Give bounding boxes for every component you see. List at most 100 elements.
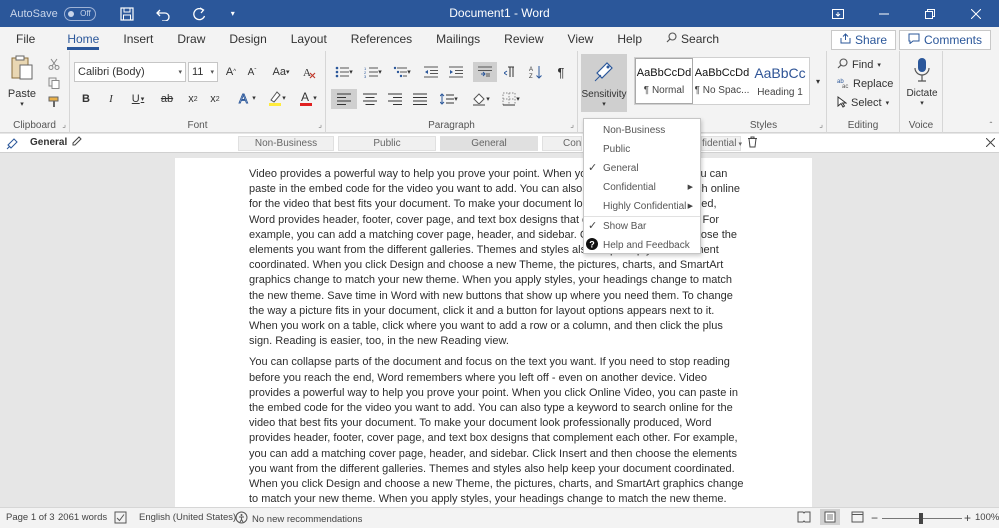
find-button[interactable]: Find ▾ [837,56,897,74]
sensitivity-option-highly-confidential[interactable]: fidential ▾ [701,136,742,151]
replace-button[interactable]: ab ac Replace [837,75,899,93]
zoom-in-button[interactable]: + [964,511,971,525]
sensitivity-option-confidential-partial[interactable]: Con [542,136,582,151]
delete-label-icon[interactable] [747,136,758,151]
pilcrow-icon[interactable]: ¶ [552,63,570,81]
show-hide-marks-toggle[interactable] [473,62,497,82]
zoom-slider-thumb[interactable] [919,513,923,524]
save-icon[interactable] [118,5,136,23]
close-icon[interactable] [985,137,996,150]
tell-me-search[interactable]: Search [654,27,731,51]
undo-icon[interactable] [154,5,172,23]
shrink-font-button[interactable]: Aˇ [243,64,261,80]
sensitivity-option-public[interactable]: Public [338,136,436,151]
dialog-launcher-icon[interactable]: ⌟ [62,120,66,129]
word-count[interactable]: 2061 words [58,512,107,523]
menu-item-public[interactable]: Public [584,140,700,158]
tab-help[interactable]: Help [605,27,654,51]
menu-item-help-feedback[interactable]: ? Help and Feedback [584,236,700,254]
redo-icon[interactable] [190,5,208,23]
tab-view[interactable]: View [556,27,606,51]
text-effects-icon[interactable]: A ▾ [234,89,260,107]
zoom-level[interactable]: 100% [975,512,999,523]
font-size-box[interactable]: 11 ▾ [188,62,218,82]
document-page[interactable]: Video provides a powerful way to help yo… [175,158,812,507]
sort-icon[interactable]: AZ [527,63,545,81]
menu-item-general[interactable]: ✓ General [584,159,700,177]
font-color-icon[interactable]: A ▾ [295,89,321,107]
styles-more-button[interactable]: ▾ [811,57,825,105]
dialog-launcher-icon[interactable]: ⌟ [318,120,322,129]
tab-design[interactable]: Design [217,27,278,51]
tab-references[interactable]: References [339,27,424,51]
style-heading-1[interactable]: AaBbCc Heading 1 [751,58,809,104]
menu-item-non-business[interactable]: Non-Business [584,121,700,139]
italic-button[interactable]: I [103,91,119,107]
style-no-spacing[interactable]: AaBbCcDd ¶ No Spac... [693,58,751,104]
close-icon[interactable] [953,0,999,27]
read-mode-icon[interactable] [797,511,811,523]
shading-icon[interactable]: ▾ [468,89,494,109]
page-count[interactable]: Page 1 of 3 [6,512,55,523]
tab-home[interactable]: Home [55,27,111,51]
justify-button[interactable] [409,89,431,109]
menu-item-highly-confidential[interactable]: Highly Confidential ▶ [584,197,700,215]
line-spacing-icon[interactable]: ▾ [436,89,462,109]
align-center-button[interactable] [359,89,381,109]
collapse-ribbon-icon[interactable]: ˆ [985,119,997,131]
web-layout-icon[interactable] [851,511,864,523]
align-right-button[interactable] [384,89,406,109]
copy-icon[interactable] [46,75,62,91]
tab-draw[interactable]: Draw [165,27,217,51]
dialog-launcher-icon[interactable]: ⌟ [819,120,823,129]
comments-button[interactable]: Comments [898,30,991,50]
language-indicator[interactable]: English (United States) [139,512,236,523]
tab-file[interactable]: File [0,27,47,51]
bold-button[interactable]: B [78,91,94,107]
customize-quick-access-icon[interactable]: ▾ [224,5,242,23]
format-painter-icon[interactable] [46,94,62,110]
multilevel-list-icon[interactable]: ▾ [390,63,414,81]
tab-review[interactable]: Review [492,27,555,51]
restore-icon[interactable] [907,0,953,27]
zoom-slider[interactable] [882,513,962,524]
align-left-button[interactable] [331,89,357,109]
print-layout-icon[interactable] [820,509,840,525]
change-case-button[interactable]: Aa ▾ [268,64,294,80]
superscript-button[interactable]: x2 [206,91,224,107]
strikethrough-button[interactable]: ab [158,91,176,107]
bullets-icon[interactable]: ▾ [332,63,356,81]
select-button[interactable]: Select ▾ [837,94,897,112]
share-button[interactable]: Share [830,30,896,50]
clear-formatting-icon[interactable]: A [300,63,318,81]
cut-icon[interactable] [46,56,62,72]
accessibility-status[interactable]: No new recommendations [235,511,362,527]
sensitivity-button[interactable]: Sensitivity ▾ [581,54,627,112]
zoom-out-button[interactable]: − [871,511,878,525]
text-direction-icon[interactable] [502,63,520,81]
style-normal[interactable]: AaBbCcDd ¶ Normal [635,58,693,104]
dictate-button[interactable]: Dictate ▾ [902,55,942,109]
borders-icon[interactable]: ▾ [498,89,524,109]
sensitivity-option-general[interactable]: General [440,136,538,151]
underline-button[interactable]: U ▾ [127,91,149,107]
paste-button[interactable]: Paste ▾ [6,55,38,108]
subscript-button[interactable]: x2 [184,91,202,107]
proofing-icon[interactable] [114,511,127,524]
sensitivity-option-non-business[interactable]: Non-Business [238,136,334,151]
paragraph[interactable]: You can collapse parts of the document a… [249,355,745,507]
font-name-box[interactable]: Calibri (Body) ▾ [74,62,186,82]
numbering-icon[interactable]: 1 2 3 ▾ [361,63,385,81]
grow-font-button[interactable]: A ^ [222,64,240,80]
highlight-color-icon[interactable]: ▾ [264,89,290,107]
ribbon-display-options-icon[interactable] [815,0,861,27]
increase-indent-icon[interactable] [447,63,465,81]
menu-item-confidential[interactable]: Confidential ▶ [584,178,700,196]
minimize-icon[interactable] [861,0,907,27]
autosave-switch[interactable]: Off [63,6,96,21]
tab-mailings[interactable]: Mailings [424,27,492,51]
autosave-toggle[interactable]: AutoSave Off [10,6,96,21]
menu-item-show-bar[interactable]: ✓ Show Bar [584,216,700,236]
dialog-launcher-icon[interactable]: ⌟ [570,120,574,129]
edit-pencil-icon[interactable] [71,136,82,150]
